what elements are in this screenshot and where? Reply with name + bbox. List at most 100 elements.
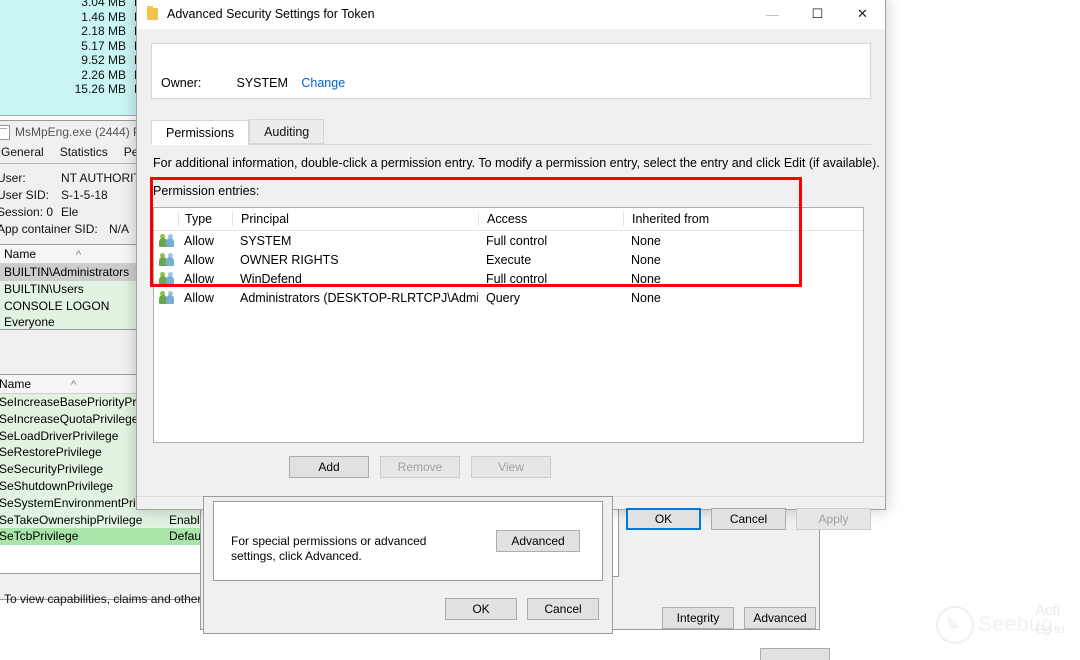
integrity-advanced-buttons: Integrity Advanced [662, 607, 816, 629]
add-button[interactable]: Add [289, 456, 369, 478]
advanced-security-settings-dialog: Advanced Security Settings for Token — ☐… [136, 0, 886, 530]
tab-permissions[interactable]: Permissions [151, 120, 250, 145]
process-size: 3.04 MB [81, 0, 126, 9]
privilege-name: SeTakeOwnershipPrivilege [0, 512, 143, 527]
advanced-button[interactable]: Advanced [496, 530, 580, 552]
column-header-principal[interactable]: Principal [232, 212, 478, 226]
cell-inherited-from: None [631, 271, 661, 286]
ok-button[interactable]: OK [626, 508, 701, 530]
window-icon [0, 124, 10, 140]
seebug-watermark-text: Seebug [978, 613, 1054, 636]
privilege-name: SeShutdownPrivilege [0, 478, 114, 493]
cell-principal: SYSTEM [240, 233, 292, 248]
users-icon [158, 291, 174, 304]
seebug-logo-icon [936, 606, 974, 644]
column-header-access[interactable]: Access [478, 212, 623, 226]
cell-inherited-from: None [631, 233, 661, 248]
background-advanced-button[interactable]: Advanced [744, 607, 816, 629]
cell-access: Full control [486, 233, 548, 248]
column-header-type[interactable]: Type [178, 212, 232, 226]
privilege-list-item[interactable]: SeTcbPrivilege Defaul [0, 528, 213, 546]
owner-panel: Owner: SYSTEM Change [151, 43, 871, 99]
permissions-dialog-content: For special permissions or advanced sett… [213, 501, 603, 581]
owner-label: Owner: [161, 76, 202, 90]
dialog-title: Advanced Security Settings for Token [167, 7, 375, 21]
process-field-label: User SID: [0, 188, 50, 202]
close-button[interactable]: ✕ [840, 0, 885, 29]
row-icon-cell [154, 272, 178, 285]
row-icon-cell [154, 253, 178, 266]
remove-button: Remove [380, 456, 460, 478]
sort-ascending-icon: ^ [76, 249, 82, 261]
cancel-button[interactable]: Cancel [711, 508, 786, 530]
minimize-button[interactable]: — [750, 0, 795, 29]
cell-principal: OWNER RIGHTS [240, 252, 339, 267]
partial-bottom-button[interactable] [760, 648, 830, 660]
process-size: 5.17 MB [81, 38, 126, 53]
cell-principal: Administrators (DESKTOP-RLRTCPJ\Adminis.… [240, 290, 478, 305]
process-size: 9.52 MB [81, 53, 126, 67]
privilege-name: SeIncreaseBasePriorityPri [0, 395, 140, 409]
tab-auditing[interactable]: Auditing [249, 119, 325, 144]
change-owner-link[interactable]: Change [301, 76, 345, 90]
table-row[interactable]: Allow WinDefend Full control None [154, 269, 863, 288]
privilege-name: SeTcbPrivilege [0, 529, 79, 544]
process-tab-general[interactable]: General [0, 143, 52, 163]
users-icon [158, 272, 174, 285]
permission-entries-list[interactable]: Type Principal Access Inherited from Allow S… [153, 207, 864, 443]
privilege-list-item[interactable]: SeTakeOwnershipPrivilege Enable [0, 511, 213, 529]
cell-inherited-from: None [631, 252, 661, 267]
owner-value: SYSTEM [236, 76, 288, 90]
permissions-cancel-button[interactable]: Cancel [527, 598, 599, 620]
process-field-value: S-1-5-18 [61, 188, 108, 202]
privilege-name: SeRestorePrivilege [0, 445, 102, 460]
table-row[interactable]: Allow SYSTEM Full control None [154, 231, 863, 250]
activate-line-1: Acti [1035, 602, 1061, 619]
permissions-dialog-footer: OK Cancel [445, 598, 599, 620]
sort-ascending-icon: ^ [71, 379, 77, 391]
process-size: 2.26 MB [81, 67, 126, 82]
cell-type: Allow [184, 271, 214, 286]
process-field-value: NT AUTHORIT [61, 171, 141, 185]
privilege-name: SeLoadDriverPrivilege [0, 428, 119, 443]
permissions-dialog: For special permissions or advanced sett… [203, 496, 613, 634]
process-field-label: Session: 0 [0, 205, 54, 219]
permissions-ok-button[interactable]: OK [445, 598, 517, 620]
table-row[interactable]: Allow Administrators (DESKTOP-RLRTCPJ\Adm… [154, 288, 863, 307]
permission-entries-label: Permission entries: [153, 184, 260, 198]
cell-inherited-from: None [631, 290, 661, 305]
dialog-tabstrip: Permissions Auditing [151, 118, 871, 145]
row-icon-cell [154, 291, 178, 304]
dialog-titlebar[interactable]: Advanced Security Settings for Token — ☐… [137, 0, 885, 29]
process-properties-title: MsMpEng.exe (2444) Pr [15, 125, 146, 139]
cell-principal: WinDefend [240, 271, 302, 286]
row-icon-cell [154, 234, 178, 247]
activate-windows-watermark: Acti Go to [1035, 602, 1064, 636]
special-permissions-text: For special permissions or advanced sett… [231, 534, 427, 563]
users-icon [158, 234, 174, 247]
process-size: 1.46 MB [81, 9, 126, 24]
permission-list-buttons: Add Remove View [289, 456, 551, 478]
cell-access: Execute [486, 252, 532, 267]
capabilities-note: To view capabilities, claims and other a… [4, 592, 225, 606]
permission-table-body: Allow SYSTEM Full control None Allow OWNER RI… [154, 231, 863, 307]
privileges-header-label: Name [0, 377, 32, 391]
dialog-info-text: For additional information, double-click… [153, 156, 880, 170]
process-tab-statistics[interactable]: Statistics [52, 143, 116, 163]
permission-table-header: Type Principal Access Inherited from [154, 208, 863, 231]
table-row[interactable]: Allow OWNER RIGHTS Execute None [154, 250, 863, 269]
activate-line-2: Go to [1035, 622, 1065, 636]
dialog-body: Owner: SYSTEM Change Permissions Auditing… [137, 29, 885, 530]
view-button: View [471, 456, 551, 478]
seebug-watermark: Seebug [936, 606, 1053, 644]
cell-access: Full control [486, 271, 548, 286]
integrity-button[interactable]: Integrity [662, 607, 734, 629]
cell-type: Allow [184, 290, 214, 305]
maximize-button[interactable]: ☐ [795, 0, 840, 29]
dialog-footer-buttons: OK Cancel Apply [626, 508, 871, 530]
owner-row: Owner: SYSTEM Change [161, 76, 345, 90]
process-size: 2.18 MB [81, 24, 126, 38]
column-header-inherited-from[interactable]: Inherited from [623, 212, 863, 226]
process-size: 15.26 MB [74, 82, 126, 96]
cell-type: Allow [184, 233, 214, 248]
